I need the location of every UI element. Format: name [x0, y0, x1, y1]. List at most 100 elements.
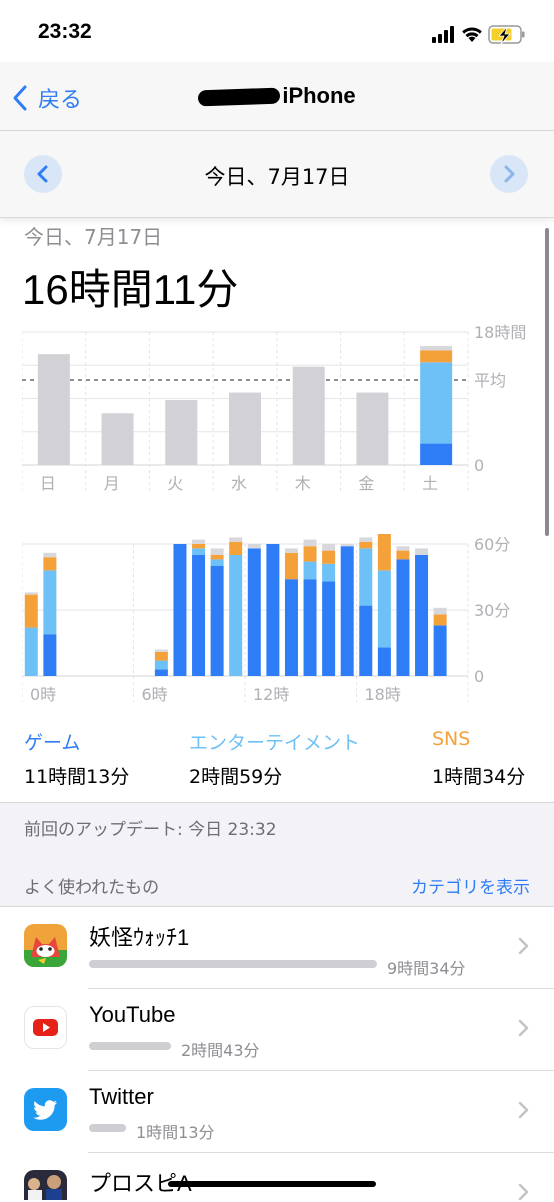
legend-sns-label: SNS	[432, 728, 471, 750]
hour-bar-1-SNS	[43, 557, 57, 571]
hour-bar-15-other	[303, 539, 317, 547]
battery-charging-icon	[488, 25, 525, 45]
usage-bar	[89, 1042, 171, 1050]
day-label: 日	[40, 474, 56, 493]
hour-bar-11-other	[229, 537, 243, 542]
day-label: 水	[231, 474, 247, 493]
hour-bar-9-SNS	[192, 544, 206, 549]
last-updated-text: 前回のアップデート: 今日 23:32	[24, 820, 277, 840]
summary-date: 今日、7月17日	[24, 225, 163, 249]
hour-bar-22-SNS	[433, 614, 447, 626]
hour-bar-7-ゲーム	[154, 669, 168, 676]
hour-bar-18-SNS	[359, 541, 373, 549]
hour-bar-9-エンターテイメント	[192, 548, 206, 555]
page-title-text: iPhone	[282, 83, 356, 108]
hour-bar-10-SNS	[210, 555, 224, 560]
hour-bar-7-エンターテイメント	[154, 660, 168, 670]
chevron-right-icon	[518, 1019, 529, 1037]
hour-bar-20-SNS	[396, 550, 410, 560]
hour-bar-14-ゲーム	[284, 579, 298, 676]
twitter-app-icon	[24, 1088, 67, 1131]
hour-bar-9-ゲーム	[192, 555, 206, 676]
status-time: 23:32	[38, 20, 92, 43]
bar-火	[165, 399, 198, 465]
hour-bar-12-other	[247, 544, 261, 549]
day-label: 金	[358, 474, 374, 493]
app-usage-time: 9時間34分	[387, 959, 466, 978]
app-name: Twitter	[89, 1084, 154, 1109]
hour-bar-18-other	[359, 537, 373, 542]
bar-土-エンターテイメント	[420, 362, 453, 444]
y-tick-zero: 0	[474, 456, 484, 475]
scroll-indicator[interactable]	[545, 228, 549, 536]
total-screen-time: 16時間11分	[22, 266, 239, 313]
show-categories-link[interactable]: カテゴリを表示	[411, 873, 530, 898]
hour-bar-15-エンターテイメント	[303, 561, 317, 580]
hour-bar-19-ゲーム	[377, 647, 391, 676]
hour-bar-12-ゲーム	[247, 548, 261, 676]
page-title: iPhone	[0, 83, 554, 109]
yokai-watch-app-icon	[24, 924, 67, 967]
day-label: 火	[167, 474, 183, 493]
app-row-yokai-watch[interactable]	[0, 907, 554, 989]
hour-bar-18-エンターテイメント	[359, 548, 373, 606]
date-switcher-label: 今日、7月17日	[204, 165, 350, 189]
usage-bar	[89, 1124, 126, 1132]
hour-bar-7-other	[154, 649, 168, 652]
hour-bar-20-other	[396, 546, 410, 551]
hour-bar-15-SNS	[303, 546, 317, 562]
hour-bar-18-ゲーム	[359, 605, 373, 676]
hour-bar-11-SNS	[229, 541, 243, 555]
hour-bar-14-SNS	[284, 552, 298, 580]
chevron-right-icon	[518, 1183, 529, 1201]
app-name: 妖怪ｳｫｯﾁ1	[89, 925, 190, 950]
bar-金	[356, 392, 389, 465]
weekly-usage-chart: 日 月 火 水 木 金 土 18時間平均 0	[22, 323, 526, 493]
app-row-youtube[interactable]	[0, 989, 554, 1071]
cellular-signal-icon	[432, 26, 454, 43]
day-label: 土	[422, 474, 438, 493]
bar-水	[229, 392, 261, 465]
chevron-right-icon	[518, 937, 529, 955]
hour-bar-15-ゲーム	[303, 579, 317, 676]
hour-bar-16-SNS	[322, 550, 336, 564]
hour-bar-19-SNS	[377, 534, 391, 571]
hour-bar-16-ゲーム	[322, 581, 336, 676]
usage-bar	[89, 960, 377, 968]
hour-label: 12時	[253, 685, 289, 704]
bar-木	[292, 366, 325, 465]
hour-bar-7-SNS	[154, 651, 168, 661]
legend-games-label: ゲーム	[24, 732, 81, 754]
hour-bar-0-SNS	[24, 594, 38, 628]
hour-bar-19-エンターテイメント	[377, 570, 391, 648]
hour-bar-17-other	[340, 544, 354, 547]
app-name: YouTube	[89, 1002, 176, 1027]
hour-bar-1-other	[43, 552, 57, 558]
bar-月	[101, 413, 134, 465]
hour-label: 0時	[30, 685, 56, 704]
hour-bar-0-other	[24, 592, 38, 595]
hour-bar-20-ゲーム	[396, 559, 410, 676]
app-usage-time: 1時間13分	[136, 1123, 215, 1142]
app-row-prospi[interactable]	[0, 1153, 554, 1200]
hour-bar-10-エンターテイメント	[210, 559, 224, 566]
day-label: 月	[104, 474, 120, 493]
hour-bar-16-エンターテイメント	[322, 563, 336, 582]
youtube-app-icon	[24, 1006, 67, 1049]
hour-bar-8-ゲーム	[173, 544, 187, 676]
app-usage-time: 2時間43分	[181, 1041, 260, 1060]
bar-土-SNS	[420, 350, 453, 363]
bar-土-ゲーム	[420, 443, 453, 465]
home-indicator	[168, 1181, 376, 1187]
next-day-button[interactable]	[490, 155, 528, 193]
hour-bar-9-other	[192, 539, 206, 544]
bar-土-other	[420, 346, 453, 351]
legend-entertainment-label: エンターテイメント	[189, 732, 361, 754]
app-row-twitter[interactable]	[0, 1071, 554, 1153]
hour-bar-1-ゲーム	[43, 634, 57, 676]
legend-entertainment-value: 2時間59分	[189, 766, 283, 788]
most-used-label: よく使われたもの	[24, 878, 160, 898]
hour-label: 6時	[142, 685, 168, 704]
hourly-usage-chart: 0時 6時 12時 18時 60分 30分 0	[22, 534, 510, 704]
hour-bar-16-other	[322, 544, 336, 551]
